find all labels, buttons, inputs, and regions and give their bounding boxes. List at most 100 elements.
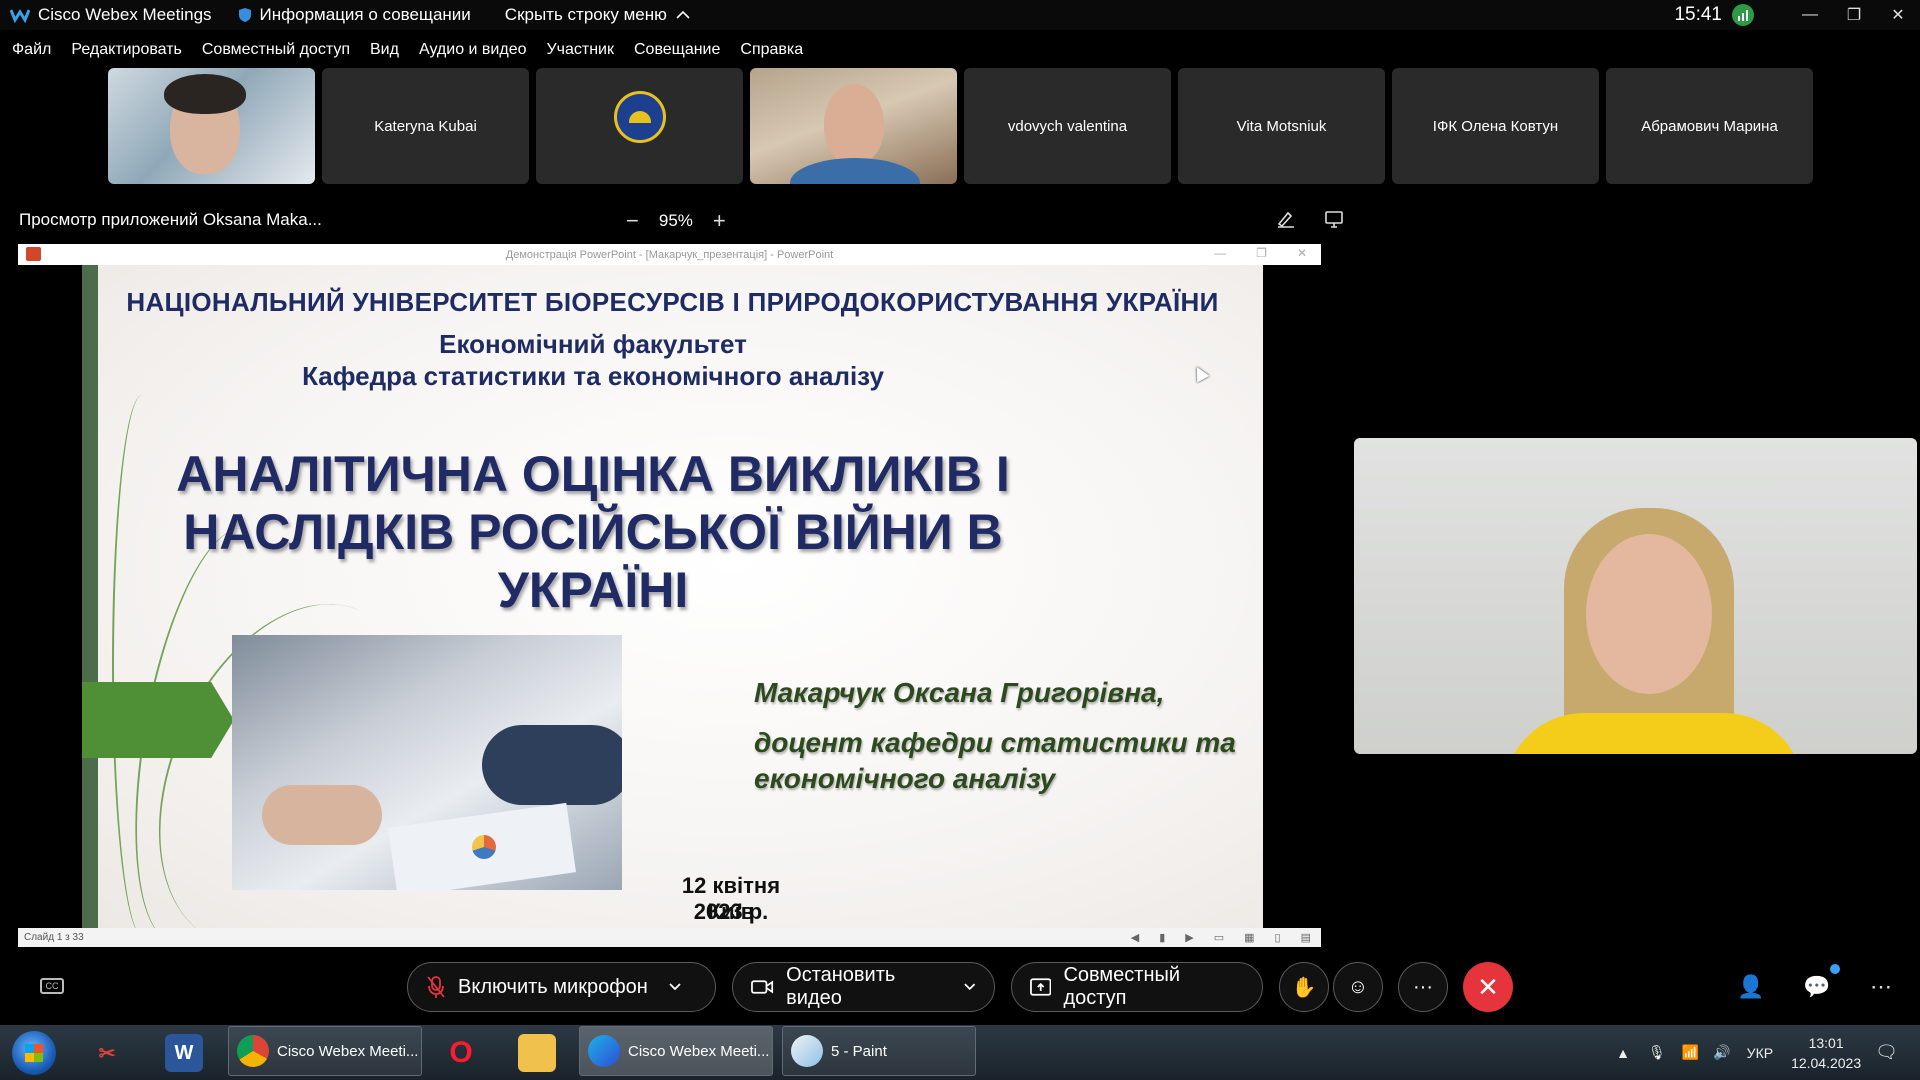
action-center-icon[interactable]: 🗨 bbox=[1875, 1042, 1898, 1063]
menu-edit[interactable]: Редактировать bbox=[71, 41, 182, 59]
start-button[interactable] bbox=[12, 1031, 56, 1075]
slide-department: Кафедра статистики та економічного аналі… bbox=[302, 361, 884, 391]
participant-name: Kateryna Kubai bbox=[374, 117, 477, 135]
taskbar-task-label: Cisco Webex Meeti... bbox=[628, 1042, 770, 1060]
mouse-cursor-icon bbox=[1190, 363, 1210, 383]
participant-name: Абрамович Марина bbox=[1641, 117, 1778, 135]
stop-video-button[interactable]: Остановить видео bbox=[732, 962, 995, 1012]
participant-video-tile[interactable] bbox=[750, 68, 957, 184]
participant-name: vdovych valentina bbox=[1007, 117, 1128, 135]
active-speaker-video[interactable] bbox=[1354, 438, 1917, 754]
close-icon: ✕ bbox=[1477, 971, 1499, 1002]
ppt-window-bar: Демонстрація PowerPoint - [Макарчук_през… bbox=[18, 244, 1321, 265]
menu-view[interactable]: Вид bbox=[370, 41, 399, 59]
meeting-info-label: Информация о совещании bbox=[259, 5, 471, 24]
stop-video-label: Остановить видео bbox=[786, 964, 896, 1009]
more-panels-icon[interactable]: ⋯ bbox=[1870, 974, 1892, 1000]
raise-hand-button[interactable]: ✋ bbox=[1279, 962, 1329, 1012]
hide-menu-button[interactable]: Скрыть строку меню bbox=[505, 5, 691, 25]
file-explorer-icon[interactable] bbox=[518, 1034, 556, 1072]
menu-file[interactable]: Файл bbox=[12, 41, 51, 59]
reactions-button[interactable]: ☺ bbox=[1333, 962, 1383, 1012]
hide-menu-label: Скрыть строку меню bbox=[504, 5, 667, 24]
participant-tile[interactable]: Kateryna Kubai bbox=[322, 68, 529, 184]
menu-meeting[interactable]: Совещание bbox=[634, 41, 720, 59]
ppt-window-title: Демонстрація PowerPoint - [Макарчук_през… bbox=[505, 248, 834, 261]
normal-view-icon: ▭ bbox=[1213, 932, 1225, 944]
minimize-button[interactable]: ― bbox=[1788, 0, 1832, 30]
share-title: Просмотр приложений Oksana Maka... bbox=[19, 210, 322, 229]
more-options-button[interactable]: ··· bbox=[1398, 962, 1448, 1012]
snipping-tool-icon[interactable]: ✂ bbox=[88, 1034, 126, 1072]
chevron-down-icon[interactable] bbox=[668, 982, 682, 992]
share-button[interactable]: Совместный доступ bbox=[1011, 962, 1263, 1012]
chrome-icon bbox=[237, 1035, 269, 1067]
zoom-control: − 95% + bbox=[626, 208, 726, 234]
menu-help[interactable]: Справка bbox=[740, 41, 803, 59]
slide-canvas: НАЦІОНАЛЬНИЙ УНІВЕРСИТЕТ БІОРЕСУРСІВ І П… bbox=[82, 265, 1263, 928]
ppt-minimize-icon: — bbox=[1214, 246, 1227, 260]
close-window-button[interactable]: ✕ bbox=[1876, 0, 1920, 30]
speaker-body bbox=[1504, 713, 1804, 754]
pause-icon: ▮ bbox=[1159, 932, 1166, 944]
chat-icon[interactable]: 💬 bbox=[1803, 974, 1830, 1000]
participant-tile[interactable]: vdovych valentina bbox=[964, 68, 1171, 184]
ppt-view-icons: ◀ ▮ ▶ ▭ ▦ ▯ ▤ bbox=[1131, 931, 1311, 944]
share-tools bbox=[1276, 209, 1344, 229]
speaker-face bbox=[1586, 534, 1712, 694]
ppt-window-controls: — ❐ ✕ bbox=[1214, 246, 1307, 260]
meeting-info-button[interactable]: Информация о совещании bbox=[238, 5, 471, 25]
participant-tile[interactable]: Vita Motsniuk bbox=[1178, 68, 1385, 184]
participant-tile[interactable]: ІФК Олена Ковтун bbox=[1392, 68, 1599, 184]
zoom-out-button[interactable]: − bbox=[626, 208, 639, 234]
language-indicator[interactable]: УКР bbox=[1747, 1045, 1773, 1061]
slide-city: Київ bbox=[707, 899, 755, 924]
powerpoint-icon bbox=[26, 247, 41, 261]
taskbar-webex[interactable]: Cisco Webex Meeti... bbox=[579, 1026, 773, 1076]
tray-expand-icon[interactable]: ▲ bbox=[1616, 1045, 1630, 1061]
participant-body bbox=[790, 158, 920, 184]
chevron-down-icon[interactable] bbox=[963, 982, 977, 992]
word-icon[interactable]: W bbox=[165, 1034, 203, 1072]
photo-pie-chart bbox=[472, 835, 496, 859]
menu-audio-video[interactable]: Аудио и видео bbox=[419, 41, 527, 59]
participant-name: ІФК Олена Ковтун bbox=[1432, 117, 1559, 135]
webex-logo-icon bbox=[10, 9, 30, 23]
leave-meeting-button[interactable]: ✕ bbox=[1463, 962, 1513, 1012]
ppt-close-icon: ✕ bbox=[1296, 246, 1307, 260]
unmute-button[interactable]: Включить микрофон bbox=[407, 962, 716, 1012]
slide-sorter-icon: ▦ bbox=[1244, 932, 1255, 944]
ellipsis-icon: ··· bbox=[1413, 975, 1433, 998]
network-icon[interactable]: 📶 bbox=[1682, 1044, 1699, 1061]
slide-faculty: Економічний факультет bbox=[439, 329, 747, 359]
participant-strip: Kateryna Kubai vdovych valentina Vita Mo… bbox=[108, 68, 1813, 184]
participant-video-tile[interactable] bbox=[108, 68, 315, 184]
prev-slide-icon: ◀ bbox=[1130, 932, 1140, 944]
taskbar-clock[interactable]: 13:01 12.04.2023 bbox=[1791, 1033, 1861, 1073]
microphone-tray-icon[interactable]: 🎙 bbox=[1648, 1044, 1666, 1061]
menu-participant[interactable]: Участник bbox=[546, 41, 614, 59]
annotate-icon[interactable] bbox=[1276, 209, 1296, 229]
connection-signal-icon[interactable] bbox=[1732, 4, 1754, 26]
menu-share[interactable]: Совместный доступ bbox=[202, 41, 350, 59]
slide-counter: Слайд 1 з 33 bbox=[24, 932, 84, 943]
zoom-in-button[interactable]: + bbox=[713, 208, 726, 234]
remote-control-icon[interactable] bbox=[1324, 209, 1344, 229]
opera-icon[interactable]: O bbox=[442, 1034, 480, 1072]
participants-panel-icon[interactable]: 👤 bbox=[1737, 974, 1764, 1000]
taskbar-task-label: Cisco Webex Meeti... bbox=[277, 1042, 419, 1060]
photo-hand bbox=[262, 785, 382, 845]
participant-hair bbox=[164, 74, 246, 114]
meeting-clock: 15:41 bbox=[1674, 4, 1722, 25]
slide-title-line: УКРАЇНІ bbox=[497, 562, 689, 618]
participant-tile[interactable]: Абрамович Марина bbox=[1606, 68, 1813, 184]
video-camera-icon bbox=[751, 980, 774, 994]
participant-tile-logo[interactable] bbox=[536, 68, 743, 184]
title-bar: Cisco Webex Meetings Информация о совеща… bbox=[0, 0, 1920, 30]
closed-captions-icon[interactable]: CC bbox=[40, 978, 64, 994]
chevron-up-icon bbox=[676, 10, 690, 19]
taskbar-paint[interactable]: 5 - Paint bbox=[782, 1026, 976, 1076]
restore-button[interactable]: ❐ bbox=[1832, 0, 1876, 30]
volume-icon[interactable]: 🔊 bbox=[1713, 1044, 1730, 1061]
taskbar-chrome-webex[interactable]: Cisco Webex Meeti... bbox=[228, 1026, 422, 1076]
